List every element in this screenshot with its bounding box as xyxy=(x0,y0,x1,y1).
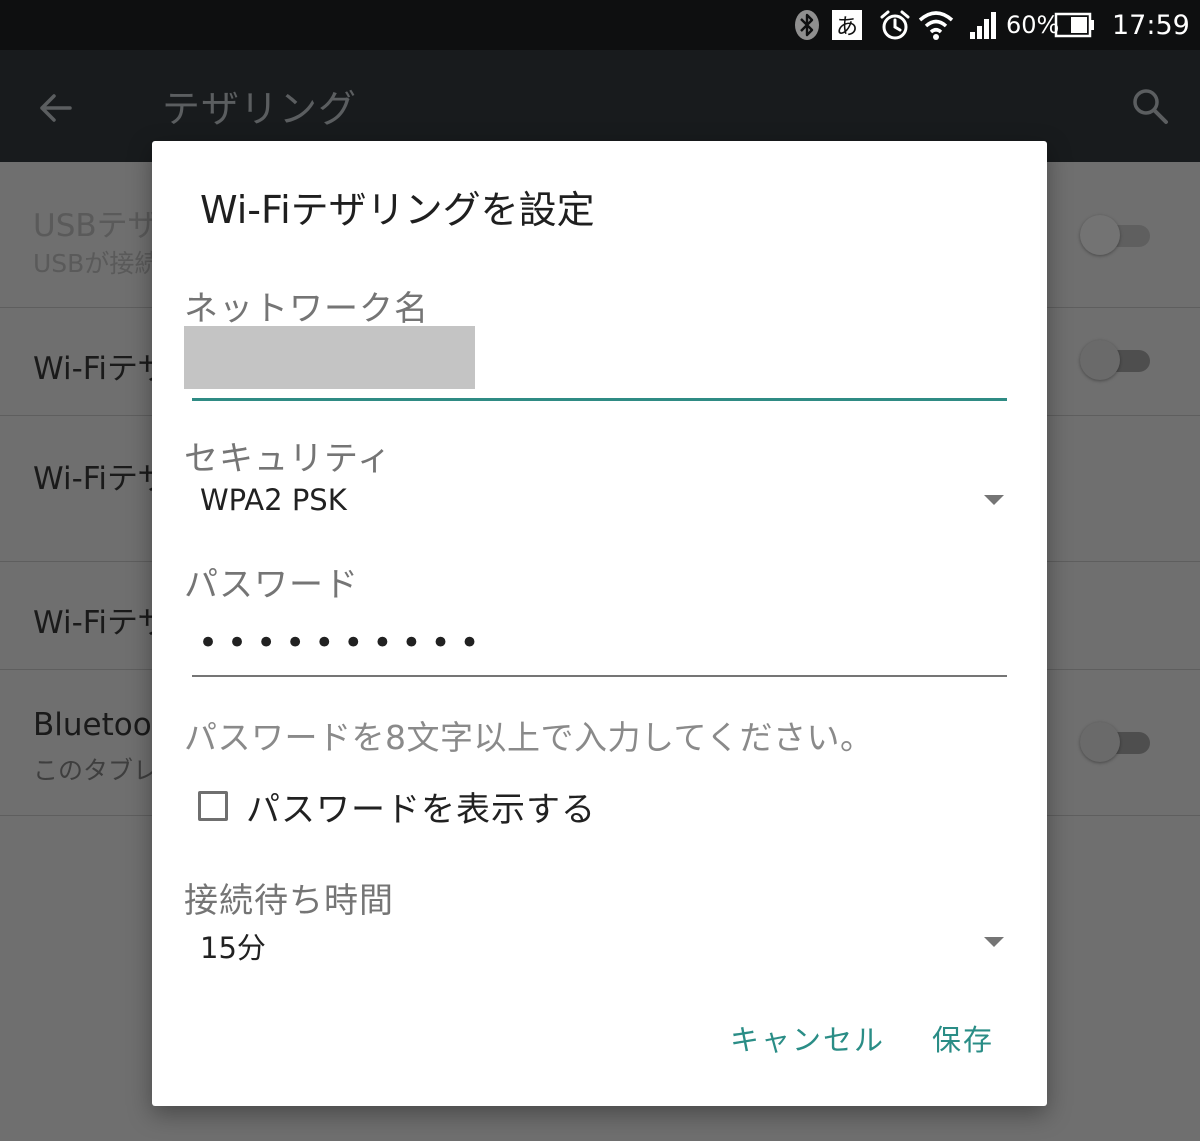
status-bar: あ 60% 17:59 xyxy=(0,0,1200,50)
list-item-title: Wi-Fiテザ xyxy=(33,351,169,387)
timeout-label: 接続待ち時間 xyxy=(184,881,394,921)
wifi-icon xyxy=(918,0,954,50)
security-dropdown-icon[interactable] xyxy=(984,495,1004,505)
alarm-icon xyxy=(878,0,912,50)
timeout-dropdown-icon[interactable] xyxy=(984,937,1004,947)
ime-icon: あ xyxy=(832,0,862,50)
search-icon[interactable] xyxy=(1128,84,1172,128)
back-arrow-icon[interactable] xyxy=(34,86,78,130)
page-title: テザリング xyxy=(162,87,358,131)
show-password-row[interactable]: パスワードを表示する xyxy=(198,781,596,831)
toggle-thumb xyxy=(1080,340,1120,380)
dialog-title: Wi-Fiテザリングを設定 xyxy=(200,188,595,232)
wifi-tethering-toggle[interactable] xyxy=(1080,340,1152,380)
clock: 17:59 xyxy=(1112,9,1190,41)
list-item-subtitle: このタブレ xyxy=(33,756,159,785)
battery-icon xyxy=(1054,0,1096,50)
network-name-underline xyxy=(192,398,1007,401)
password-hint: パスワードを8文字以上で入力してください。 xyxy=(184,718,874,757)
toggle-thumb xyxy=(1080,215,1120,255)
password-label: パスワード xyxy=(184,565,359,605)
list-item-subtitle: USBが接続 xyxy=(33,249,160,278)
network-name-input[interactable] xyxy=(184,326,475,389)
save-button[interactable]: 保存 xyxy=(932,1017,994,1059)
usb-tethering-toggle[interactable] xyxy=(1080,215,1152,255)
password-input[interactable]: •••••••••• xyxy=(198,623,489,663)
list-item-title: Wi-Fiテザ xyxy=(33,461,169,497)
show-password-checkbox[interactable] xyxy=(198,791,228,821)
wifi-tethering-dialog: Wi-Fiテザリングを設定 ネットワーク名 セキュリティ WPA2 PSK パス… xyxy=(152,141,1047,1106)
battery-percent: 60% xyxy=(1006,11,1060,39)
list-item-title: USBテザ xyxy=(33,208,159,244)
security-label: セキュリティ xyxy=(184,439,392,479)
password-underline xyxy=(192,675,1007,677)
list-item-title: Wi-Fiテザ xyxy=(33,605,169,641)
ime-indicator: あ xyxy=(832,10,862,40)
timeout-select[interactable]: 15分 xyxy=(200,925,266,967)
signal-icon xyxy=(968,0,1000,50)
bluetooth-icon xyxy=(792,0,822,50)
bluetooth-tethering-toggle[interactable] xyxy=(1080,722,1152,762)
cancel-button[interactable]: キャンセル xyxy=(730,1017,885,1059)
show-password-label[interactable]: パスワードを表示する xyxy=(246,782,596,831)
security-select[interactable]: WPA2 PSK xyxy=(200,483,347,517)
network-name-label: ネットワーク名 xyxy=(184,289,429,329)
list-item-title: Bluetoot xyxy=(33,707,164,743)
toggle-thumb xyxy=(1080,722,1120,762)
